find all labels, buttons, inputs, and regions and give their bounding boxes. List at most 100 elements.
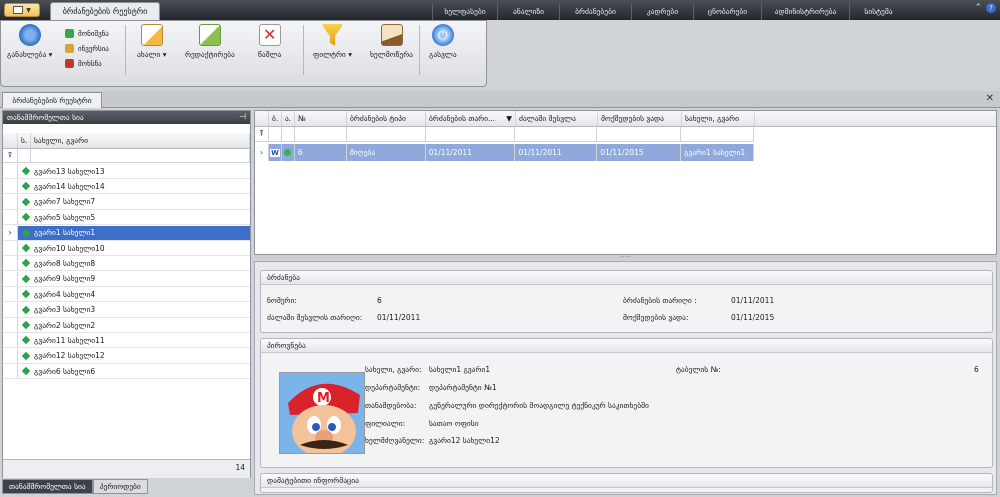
status-dot-icon <box>21 166 31 176</box>
filter-icon[interactable]: ⍒ <box>3 149 18 162</box>
employee-name: გვარი13 სახელი13 <box>34 166 105 176</box>
list-item[interactable]: გვარი3 სახელი3 <box>3 302 250 318</box>
invert-button[interactable]: ინვერსია <box>65 44 109 53</box>
order-date-label: ბრძანების თარიღი : <box>623 296 697 305</box>
status-dot-icon <box>21 182 31 191</box>
refresh-button[interactable]: განახლება ▾ <box>7 24 52 59</box>
number-value: 6 <box>377 296 382 305</box>
status-dot-icon <box>21 212 31 222</box>
filter-button[interactable]: ფილტრი ▾ <box>313 24 352 59</box>
row-indicator-icon <box>3 179 18 194</box>
column-header-name[interactable]: სახელი, გვარი <box>682 111 755 126</box>
extra-info-title[interactable]: დამატებითი ინფორმაცია <box>261 474 992 488</box>
ribbon-separator <box>125 25 126 75</box>
orders-grid: ბ. ა. № ბრძანების ტიპი ბრძანების თარი...… <box>254 110 997 255</box>
tab-system[interactable]: სისტემა <box>849 3 907 20</box>
list-item[interactable]: გვარი11 სახელი11 <box>3 333 250 349</box>
exit-button[interactable]: ⏻ გასვლა <box>429 24 457 59</box>
list-item[interactable]: გვარი13 სახელი13 <box>3 164 250 179</box>
tab-orders[interactable]: ბრძანებები <box>559 3 631 20</box>
filter-row[interactable]: ⍒ <box>3 149 250 163</box>
list-item[interactable]: გვარი9 სახელი9 <box>3 271 250 287</box>
tab-personnel[interactable]: კადრები <box>631 3 693 20</box>
tab-salaries[interactable]: ხელფასები <box>432 3 497 20</box>
collapse-icon[interactable]: ⌃ <box>974 3 982 13</box>
employee-name: გვარი8 სახელი8 <box>34 258 96 268</box>
order-number-cell: 6 <box>295 144 347 161</box>
list-item[interactable]: გვარი14 სახელი14 <box>3 179 250 195</box>
deselect-button[interactable]: მოხსნა <box>65 59 102 68</box>
tab-employee-list[interactable]: თანამშრომელთა სია <box>2 479 93 494</box>
row-indicator-icon <box>3 194 18 209</box>
column-header-type[interactable]: ბრძანების ტიპი <box>347 111 426 126</box>
signature-icon <box>380 24 403 46</box>
employee-name: გვარი10 სახელი10 <box>34 243 105 253</box>
row-count: 14 <box>235 463 245 472</box>
employee-list-header: თანამშრომელთა სია <box>3 111 250 124</box>
status-dot-icon <box>21 197 31 207</box>
pin-icon[interactable]: ⊣ <box>239 112 246 121</box>
tabel-number-value: 6 <box>974 365 979 374</box>
branch-label: ფილიალი: <box>365 419 406 428</box>
sign-button[interactable]: ხელმოწერა <box>370 24 413 59</box>
status-dot-icon <box>21 243 31 253</box>
column-header-order-date[interactable]: ბრძანების თარი... ▼ <box>426 111 516 126</box>
close-icon[interactable]: ✕ <box>986 93 994 104</box>
department-label: დეპარტამენტი: <box>365 383 421 392</box>
edit-document-icon <box>198 24 221 46</box>
tab-analysis[interactable]: ანალიზი <box>497 3 559 20</box>
tab-orders-registry[interactable]: ბრძანებების რეესტრი <box>50 2 160 20</box>
order-date-header-label: ბრძანების თარი... <box>429 114 496 123</box>
list-item[interactable]: გვარი10 სახელი10 <box>3 241 250 256</box>
check-all-icon <box>65 29 74 38</box>
app-menu-button[interactable]: ▼ <box>4 3 40 17</box>
column-header-a[interactable]: ა. <box>282 111 295 126</box>
list-item[interactable]: გვარი8 სახელი8 <box>3 256 250 272</box>
column-header-status[interactable]: ს. <box>18 133 31 148</box>
column-header-valid-until[interactable]: მოქმედების ვადა <box>598 111 682 126</box>
tab-administration[interactable]: ადმინისტრირება <box>761 3 849 20</box>
status-dot-icon <box>21 289 31 299</box>
row-indicator-icon <box>3 164 18 178</box>
refresh-icon <box>18 24 41 46</box>
document-tab[interactable]: ბრძანებების რეესტრი <box>2 92 102 108</box>
table-row[interactable]: › W 6 მიღება 01/11/2011 01/11/2011 01/11… <box>255 144 754 161</box>
delete-button[interactable]: ✕ წაშლა <box>258 24 281 59</box>
list-item[interactable]: გვარი5 სახელი5 <box>3 210 250 226</box>
word-document-icon[interactable]: W <box>269 144 282 161</box>
invert-icon <box>65 44 74 53</box>
horizontal-splitter[interactable]: ····· <box>254 255 997 261</box>
select-all-label: მონიშვნა <box>78 29 109 38</box>
orders-filter-row[interactable]: ⍒ <box>255 127 754 142</box>
new-button[interactable]: ახალი ▾ <box>137 24 167 59</box>
employee-grid-header: ს. სახელი, გვარი <box>3 133 250 149</box>
list-item[interactable]: გვარი7 სახელი7 <box>3 194 250 210</box>
list-item[interactable]: გვარი12 სახელი12 <box>3 348 250 364</box>
list-item[interactable]: გვარი6 სახელი6 <box>3 364 250 380</box>
column-header-b[interactable]: ბ. <box>269 111 282 126</box>
valid-until-cell: 01/11/2015 <box>597 144 682 161</box>
window-controls: ⌃ ? <box>974 3 996 13</box>
edit-button[interactable]: რედაქტირება <box>185 24 235 59</box>
tab-references[interactable]: ცნობარები <box>693 3 761 20</box>
edit-label: რედაქტირება <box>185 50 235 59</box>
column-header-name[interactable]: სახელი, გვარი <box>31 133 250 148</box>
deselect-label: მოხსნა <box>78 59 102 68</box>
person-group-title[interactable]: პიროვნება <box>261 339 992 353</box>
column-header-number[interactable]: № <box>295 111 347 126</box>
order-group-title[interactable]: ბრძანება <box>261 271 992 285</box>
list-item[interactable]: გვარი2 სახელი2 <box>3 318 250 333</box>
full-name-value: სახელი1 გვარი1 <box>429 365 491 374</box>
tab-periods[interactable]: პერიოდები <box>92 479 148 494</box>
department-value: დეპარტამენტი №1 <box>429 383 497 392</box>
row-indicator-icon <box>3 364 18 379</box>
manager-value: გვარი12 სახელი12 <box>429 436 500 445</box>
help-icon[interactable]: ? <box>986 3 996 13</box>
column-header-effective[interactable]: ძალაში შესვლა <box>516 111 598 126</box>
list-item[interactable]: გვარი4 სახელი4 <box>3 287 250 303</box>
row-indicator-icon <box>3 333 18 348</box>
employee-name: გვარი4 სახელი4 <box>34 289 96 299</box>
list-item[interactable]: › გვარი1 სახელი1 <box>3 225 250 241</box>
select-all-button[interactable]: მონიშვნა <box>65 29 109 38</box>
filter-icon[interactable]: ⍒ <box>255 127 269 141</box>
